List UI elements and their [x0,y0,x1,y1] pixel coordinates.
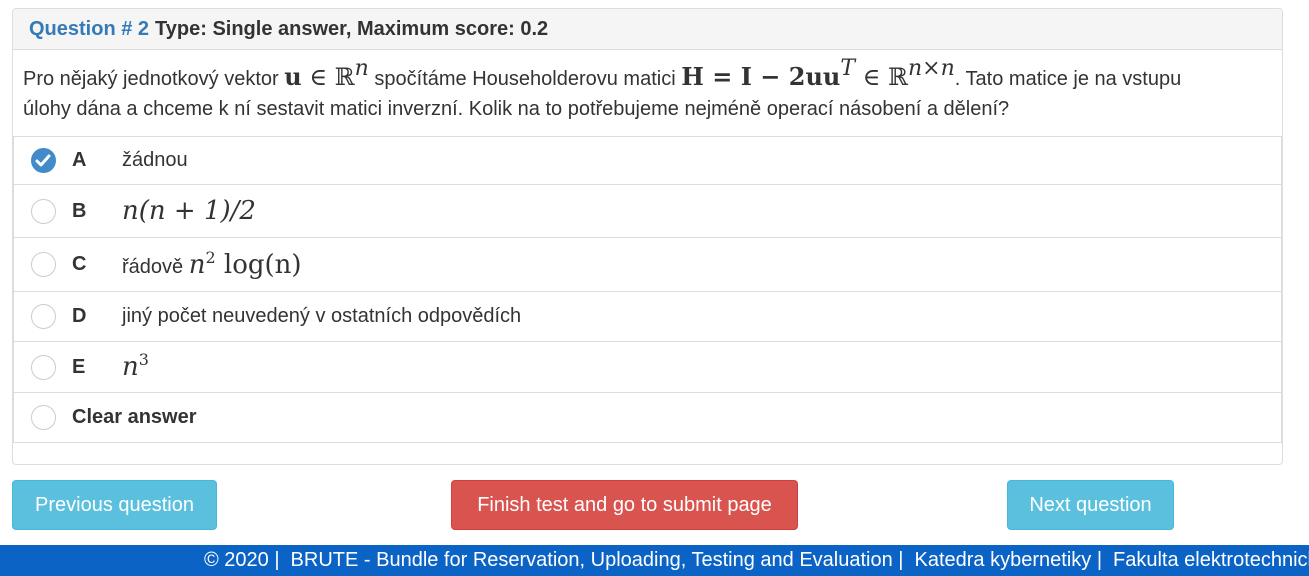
radio-icon[interactable] [30,252,56,277]
option-text: žádnou [122,149,188,171]
radio-wrapper [14,148,72,173]
answer-options: A žádnou B n(n + 1)/2 C řádově n2 log(n)… [13,136,1282,443]
option-text-prefix: řádově [122,255,189,278]
previous-question-button[interactable]: Previous question [12,480,217,530]
option-letter: B [72,199,87,222]
radio-wrapper [14,304,72,329]
option-letter: A [72,149,87,171]
answer-option-c[interactable]: C řádově n2 log(n) [13,238,1282,292]
math-exponent-nxn: n×n [908,56,955,81]
checkmark-icon [35,154,51,166]
option-math: n [188,249,206,280]
math-householder-formula: H = I − 2uu [681,62,841,91]
question-header: Question # 2 Type: Single answer, Maximu… [13,9,1282,50]
option-letter: E [72,355,86,378]
question-text-part: spočítáme Householderovu matici [368,68,682,90]
answer-option-a[interactable]: A žádnou [13,136,1282,185]
footer-brute-link[interactable]: BRUTE - Bundle for Reservation, Uploadin… [291,549,904,572]
clear-answer-label: Clear answer [72,406,197,428]
radio-icon[interactable] [30,354,56,380]
footer: © 2020 | BRUTE - Bundle for Reservation,… [0,545,1309,576]
finish-test-button[interactable]: Finish test and go to submit page [451,480,798,530]
option-math-suffix: log(n) [215,249,302,280]
option-text: řádově n2 log(n) [122,247,302,280]
radio-wrapper [14,354,72,380]
footer-faculty-link[interactable]: Fakulta elektrotechnická [1113,549,1309,572]
option-exponent: 2 [205,247,216,267]
option-letter: D [72,305,87,327]
question-text: Pro nějaký jednotkový vektor u ∈ ℝn spoč… [13,50,1282,137]
question-text-part: . Tato matice je na vstupu [954,68,1182,90]
math-vector-u: u [284,62,302,91]
next-question-button[interactable]: Next question [1007,480,1174,530]
question-type: Type: Single answer, Maximum score: 0.2 [155,17,549,40]
math-in-reals: ∈ ℝ [301,63,355,91]
radio-icon[interactable] [30,304,56,329]
footer-copyright: © 2020 | [204,549,280,571]
answer-option-b[interactable]: B n(n + 1)/2 [13,185,1282,238]
question-text-part: úlohy dána a chceme k ní sestavit matici… [23,98,1010,120]
answer-option-d[interactable]: D jiný počet neuvedený v ostatních odpov… [13,292,1282,342]
clear-answer-option[interactable]: Clear answer [13,393,1282,443]
radio-icon[interactable] [30,198,56,224]
math-in-reals: ∈ ℝ [855,63,909,91]
radio-wrapper [14,252,72,277]
radio-icon[interactable] [30,405,56,430]
option-letter: C [72,253,87,275]
question-number: Question # 2 [29,17,150,40]
math-transpose: T [840,56,856,81]
question-text-part: Pro nějaký jednotkový vektor [23,68,285,90]
option-text: jiný počet neuvedený v ostatních odpověd… [122,305,522,327]
radio-wrapper [14,405,72,430]
radio-checked-icon[interactable] [30,148,56,173]
radio-wrapper [14,198,72,224]
answer-option-e[interactable]: E n3 [13,342,1282,393]
option-text: n3 [122,350,149,383]
question-panel: Question # 2 Type: Single answer, Maximu… [12,8,1283,465]
math-exponent-n: n [354,56,369,81]
option-exponent: 3 [138,350,149,369]
option-text: n(n + 1)/2 [122,196,256,226]
footer-dept-link[interactable]: Katedra kybernetiky | [915,549,1103,572]
option-math: n [122,352,139,382]
